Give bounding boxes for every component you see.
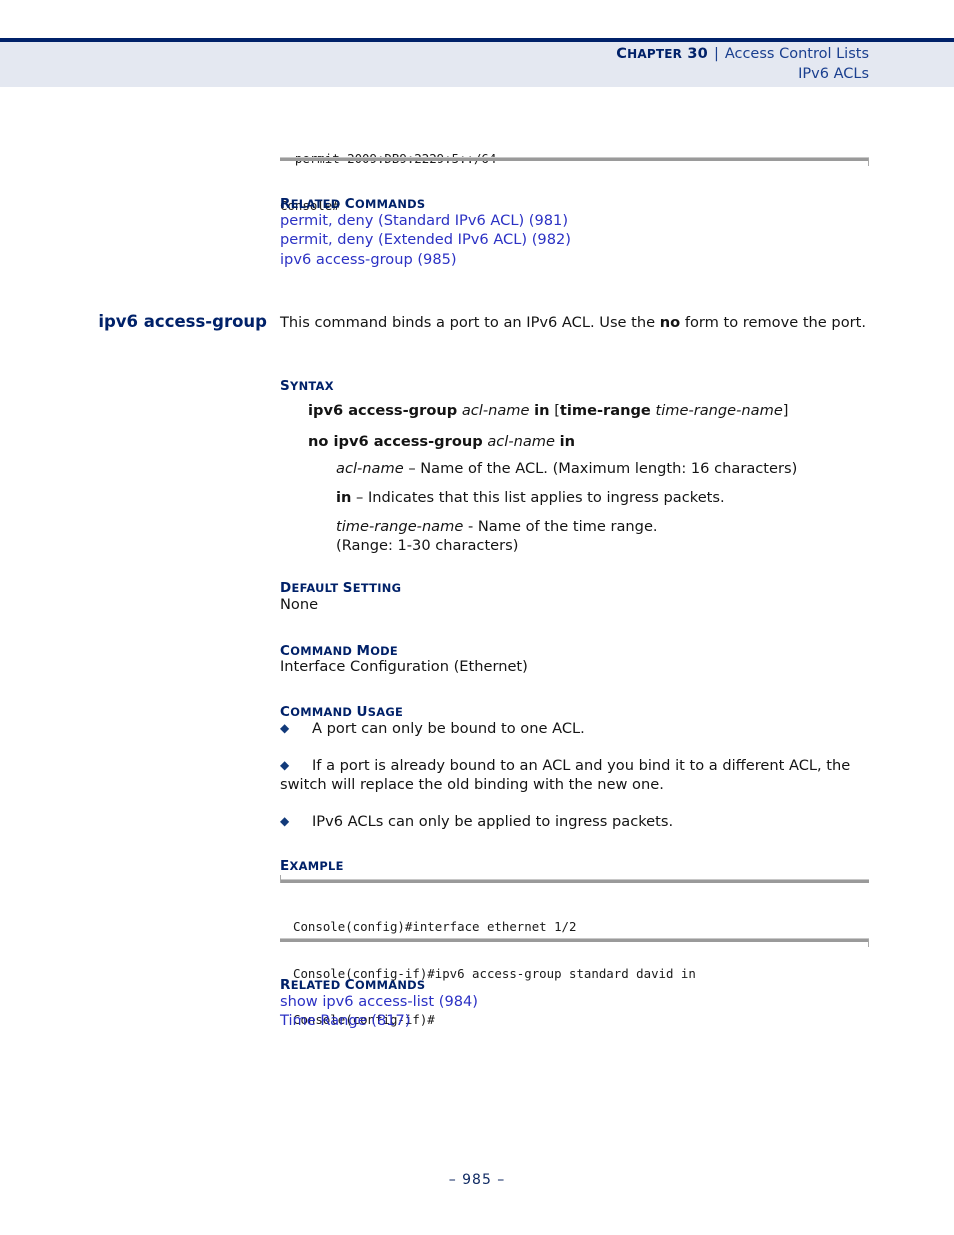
parameter-time-range-name-range: (Range: 1-30 characters)	[336, 537, 519, 554]
example-block-bottom-rule	[280, 938, 869, 947]
related-command-link[interactable]: Time Range (817)	[280, 1011, 870, 1030]
example-block-top-rule	[280, 875, 869, 883]
header-separator: |	[713, 46, 719, 62]
header-section-title: Access Control Lists	[724, 46, 869, 62]
header-subsection-title: IPv6 ACLs	[798, 66, 869, 82]
command-name-heading: ipv6 access-group	[98, 312, 267, 331]
command-usage-heading: COMMAND USAGE	[280, 704, 404, 720]
example-heading: EXAMPLE	[280, 858, 344, 874]
parameter-time-range-name: time-range-name - Name of the time range…	[336, 518, 658, 535]
syntax-line-1: ipv6 access-group acl-name in [time-rang…	[308, 402, 789, 419]
related-commands-heading: RELATED COMMANDS	[280, 977, 426, 993]
command-mode-value: Interface Configuration (Ethernet)	[280, 658, 528, 675]
command-description: This command binds a port to an IPv6 ACL…	[280, 313, 870, 332]
command-description-part2: form to remove the port.	[680, 314, 866, 331]
syntax-heading: SYNTAX	[280, 378, 334, 394]
command-usage-item: ◆ If a port is already bound to an ACL a…	[280, 756, 870, 794]
command-usage-item-text: A port can only be bound to one ACL.	[312, 720, 585, 737]
diamond-bullet-icon: ◆	[280, 758, 290, 772]
header-line-chapter: CHAPTER 30 | Access Control Lists	[616, 44, 869, 64]
related-command-link[interactable]: ipv6 access-group (985)	[280, 250, 870, 269]
syntax-line-2: no ipv6 access-group acl-name in	[308, 433, 576, 450]
code-block-bottom-rule	[280, 157, 869, 166]
command-usage-item-text: IPv6 ACLs can only be applied to ingress…	[312, 813, 674, 830]
diamond-bullet-icon: ◆	[280, 814, 290, 828]
default-setting-heading: DEFAULT SETTING	[280, 580, 402, 596]
command-description-keyword: no	[659, 314, 681, 331]
related-command-link[interactable]: permit, deny (Standard IPv6 ACL) (981)	[280, 211, 870, 230]
header-chapter-label: CHAPTER 30	[616, 46, 708, 62]
command-usage-item-text: If a port is already bound to an ACL and…	[280, 757, 851, 793]
related-command-link[interactable]: permit, deny (Extended IPv6 ACL) (982)	[280, 230, 870, 249]
command-usage-item: ◆ IPv6 ACLs can only be applied to ingre…	[280, 812, 870, 831]
page-number-footer: – 985 –	[448, 1172, 506, 1188]
diamond-bullet-icon: ◆	[280, 721, 290, 735]
code-line: Console(config)#interface ethernet 1/2	[293, 919, 577, 934]
parameter-in: in – Indicates that this list applies to…	[336, 489, 725, 506]
default-setting-value: None	[280, 596, 319, 613]
parameter-acl-name: acl-name – Name of the ACL. (Maximum len…	[336, 460, 798, 477]
running-header: CHAPTER 30 | Access Control Lists IPv6 ACL…	[616, 44, 869, 84]
related-commands-heading: RELATED COMMANDS	[280, 196, 426, 212]
related-command-link[interactable]: show ipv6 access-list (984)	[280, 992, 870, 1011]
command-description-part1: This command binds a port to an IPv6 ACL…	[280, 314, 660, 331]
command-usage-item: ◆ A port can only be bound to one ACL.	[280, 719, 870, 738]
